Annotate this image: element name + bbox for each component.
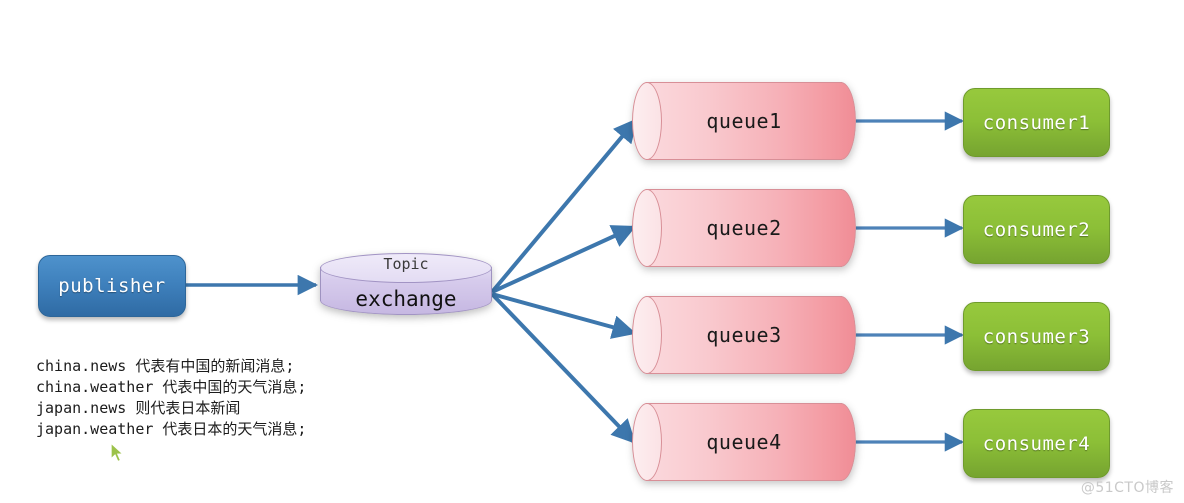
diagram-canvas: publisher Topic exchange queue1 queue2 q… [0, 0, 1184, 503]
node-publisher[interactable]: publisher [38, 255, 186, 317]
consumer-label: consumer4 [982, 432, 1091, 455]
publisher-label: publisher [58, 275, 166, 297]
node-consumer4[interactable]: consumer4 [963, 409, 1110, 478]
node-exchange[interactable]: Topic exchange [320, 253, 492, 315]
node-queue2[interactable]: queue2 [632, 189, 856, 267]
arrow-exchange-to-queue4 [490, 292, 636, 444]
consumer-label: consumer1 [982, 111, 1091, 134]
routing-key-legend: china.news 代表有中国的新闻消息; china.weather 代表中… [36, 356, 306, 440]
legend-line: china.weather 代表中国的天气消息; [36, 378, 307, 396]
queue-label: queue1 [706, 109, 782, 133]
exchange-type-label: Topic [383, 255, 429, 273]
consumer-label: consumer3 [982, 325, 1091, 348]
legend-line: china.news 代表有中国的新闻消息; [36, 357, 295, 375]
node-queue1[interactable]: queue1 [632, 82, 856, 160]
exchange-label: exchange [355, 287, 457, 311]
watermark: @51CTO博客 [1080, 480, 1174, 496]
arrow-exchange-to-queue2 [491, 225, 637, 294]
queue-label: queue4 [706, 430, 782, 454]
consumer-label: consumer2 [982, 218, 1091, 241]
mouse-cursor-icon [110, 442, 125, 463]
legend-line: japan.weather 代表日本的天气消息; [36, 420, 307, 438]
node-consumer2[interactable]: consumer2 [963, 195, 1110, 264]
queue-label: queue3 [706, 323, 782, 347]
node-queue4[interactable]: queue4 [632, 403, 856, 481]
node-consumer3[interactable]: consumer3 [963, 302, 1110, 371]
arrow-exchange-to-queue1 [490, 118, 638, 294]
queue-label: queue2 [706, 216, 782, 240]
node-queue3[interactable]: queue3 [632, 296, 856, 374]
legend-line: japan.news 则代表日本新闻 [36, 399, 241, 417]
node-consumer1[interactable]: consumer1 [963, 88, 1110, 157]
